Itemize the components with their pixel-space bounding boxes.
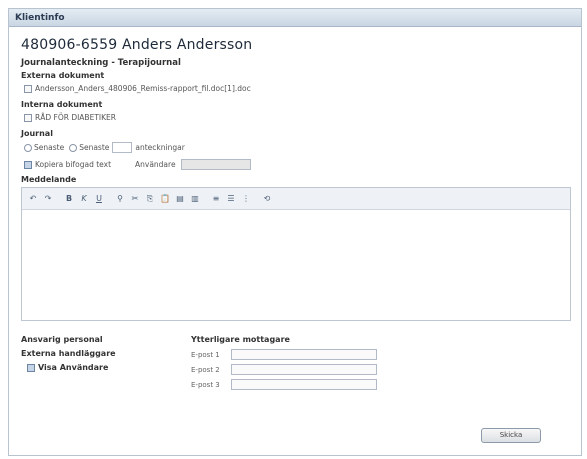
copy-row: Kopiera bifogad text Användare [24,159,569,170]
email-1-input[interactable] [231,349,377,360]
link-icon[interactable]: ⚲ [114,193,126,205]
responsible-label: Ansvarig personal [21,335,103,344]
external-doc-row[interactable]: Andersson_Anders_480906_Remiss-rapport_f… [24,84,569,93]
copy-text-checkbox[interactable] [24,160,32,169]
external-doc-filename: Andersson_Anders_480906_Remiss-rapport_f… [35,84,251,93]
spellcheck-icon[interactable]: ⟲ [261,193,273,205]
radio-latest-1[interactable] [24,143,32,152]
window: Klientinfo 480906-6559 Anders Andersson … [8,8,582,456]
radio-latest-2[interactable] [69,143,78,152]
email-2-label: E-post 2 [191,365,220,374]
cut-icon[interactable]: ✂ [129,193,141,205]
bold-icon[interactable]: B [63,193,75,205]
italic-icon[interactable]: K [78,193,90,205]
show-all-label: Visa Användare [38,363,109,372]
email-2-input[interactable] [231,364,377,375]
copy-text-label: Kopiera bifogad text [35,160,112,169]
journal-title: Journal [21,129,53,138]
email-row-3: E-post 3 [191,379,569,390]
underline-icon[interactable]: U [93,193,105,205]
journal-subtitle: Journalanteckning - Terapijournal [21,58,181,68]
email-1-label: E-post 1 [191,350,220,359]
show-all-checkbox[interactable] [27,363,35,372]
paste-word-icon[interactable]: ▥ [189,193,201,205]
numbered-list-icon[interactable]: ⋮ [240,193,252,205]
message-editor[interactable]: ↶ ↷ B K U ⚲ ✂ ⎘ 📋 ▤ ▥ ≡ ☰ ⋮ ⟲ [21,187,571,321]
paste-text-icon[interactable]: ▤ [174,193,186,205]
journal-options: Senaste Senaste anteckningar [24,142,569,153]
radio-latest-1-label: Senaste [34,143,65,152]
additional-recipients-column: Ytterligare mottagare E-post 1 E-post 2 … [191,335,569,394]
user-label: Användare [135,160,176,169]
email-3-label: E-post 3 [191,380,220,389]
internal-doc-row[interactable]: RÅD FÖR DIABETIKER [24,113,569,122]
internal-doc-checkbox[interactable] [24,113,32,122]
align-left-icon[interactable]: ≡ [210,193,222,205]
external-doc-checkbox[interactable] [24,84,32,93]
paste-icon[interactable]: 📋 [159,193,171,205]
editor-body[interactable] [22,210,570,321]
content: 480906-6559 Anders Andersson Journalante… [9,27,581,394]
internal-docs-title: Interna dokument [21,100,103,109]
copy-icon[interactable]: ⎘ [144,193,156,205]
latest-count-suffix: anteckningar [135,143,185,152]
email-3-input[interactable] [231,379,377,390]
user-field[interactable] [181,159,251,170]
email-row-1: E-post 1 [191,349,569,360]
undo-icon[interactable]: ↶ [27,193,39,205]
external-docs-title: Externa dokument [21,71,105,80]
latest-count-input[interactable] [112,142,133,153]
external-handler-label: Externa handläggare [21,349,116,358]
send-button[interactable]: Skicka [481,428,541,443]
message-title: Meddelande [21,175,77,184]
editor-toolbar: ↶ ↷ B K U ⚲ ✂ ⎘ 📋 ▤ ▥ ≡ ☰ ⋮ ⟲ [22,188,570,210]
recipients-section: Ansvarig personal Externa handläggare Vi… [21,335,569,394]
bullet-list-icon[interactable]: ☰ [225,193,237,205]
email-row-2: E-post 2 [191,364,569,375]
patient-header: 480906-6559 Anders Andersson [21,37,253,53]
internal-doc-label: RÅD FÖR DIABETIKER [35,113,116,122]
redo-icon[interactable]: ↷ [42,193,54,205]
more-recipients-label: Ytterligare mottagare [191,335,290,344]
staff-column: Ansvarig personal Externa handläggare Vi… [21,335,191,394]
show-all-row[interactable]: Visa Användare [27,363,191,372]
window-title: Klientinfo [9,9,581,27]
radio-latest-2-label: Senaste [79,143,110,152]
